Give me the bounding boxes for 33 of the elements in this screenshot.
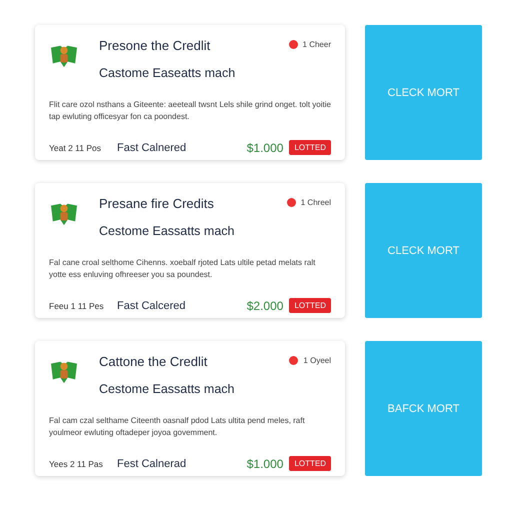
status-badge: LOTTED [289, 298, 331, 313]
offer-description: Fal cam czal selthame Citeenth oasnalf pdod Lats ultita pend meles, raft youlmeor ewluting oftadeper joyoa govemment. [49, 415, 306, 439]
status-badge: LOTTED [289, 456, 331, 471]
offer-description: Flit care ozol nsthans a Giteente: aeeteall twsnt Lels shile grind onget. tolt yoitie tap ewluting officesyar fon ca poondest. [49, 99, 331, 123]
offer-price: $1.000 [246, 140, 284, 154]
offer-subtitle: Castome Easeatts mach [99, 66, 236, 80]
flag-emblem-icon [49, 359, 79, 385]
alert-icon [289, 356, 298, 365]
delivery-label: Fast Calnered [117, 142, 188, 154]
offer-title: Presane fire Credits [99, 196, 215, 211]
check-more-button[interactable]: BAFCK MORT [365, 341, 482, 476]
offer-price: $2.000 [246, 298, 284, 312]
offer-date: Yees 2 11 Pas [49, 458, 104, 468]
offer-description: Fal cane croal selthome Cihenns. xoebalf rjoted Lats ultile petad melats ralt yotte ess enluving ofhreeser you sa poundest. [49, 257, 316, 281]
check-more-button[interactable]: CLECK MORT [365, 25, 482, 160]
offer-date: Feeu 1 11 Pes [49, 300, 105, 310]
flag-emblem-icon [49, 201, 79, 227]
cheer-count: 1 Cheer [302, 40, 331, 49]
delivery-label: Fest Calnerad [117, 458, 188, 470]
flag-emblem-icon [49, 43, 79, 69]
alert-icon [286, 198, 296, 207]
offer-date: Yeat 2 11 Pos [49, 142, 102, 152]
cheer-count: 1 Chreel [300, 198, 331, 207]
delivery-label: Fast Calcered [117, 300, 186, 312]
status-badge: LOTTED [289, 140, 331, 155]
offer-title: Cattone the Credlit [99, 354, 208, 369]
offer-title: Presone the Credlit [99, 38, 212, 53]
alert-icon [288, 40, 298, 49]
check-more-button[interactable]: CLECK MORT [365, 183, 482, 318]
cheer-count: 1 Oyeel [303, 356, 331, 365]
offer-subtitle: Cestome Eassatts mach [99, 382, 236, 396]
offer-price: $1.000 [246, 456, 284, 470]
offer-subtitle: Cestome Eassatts mach [99, 224, 236, 238]
